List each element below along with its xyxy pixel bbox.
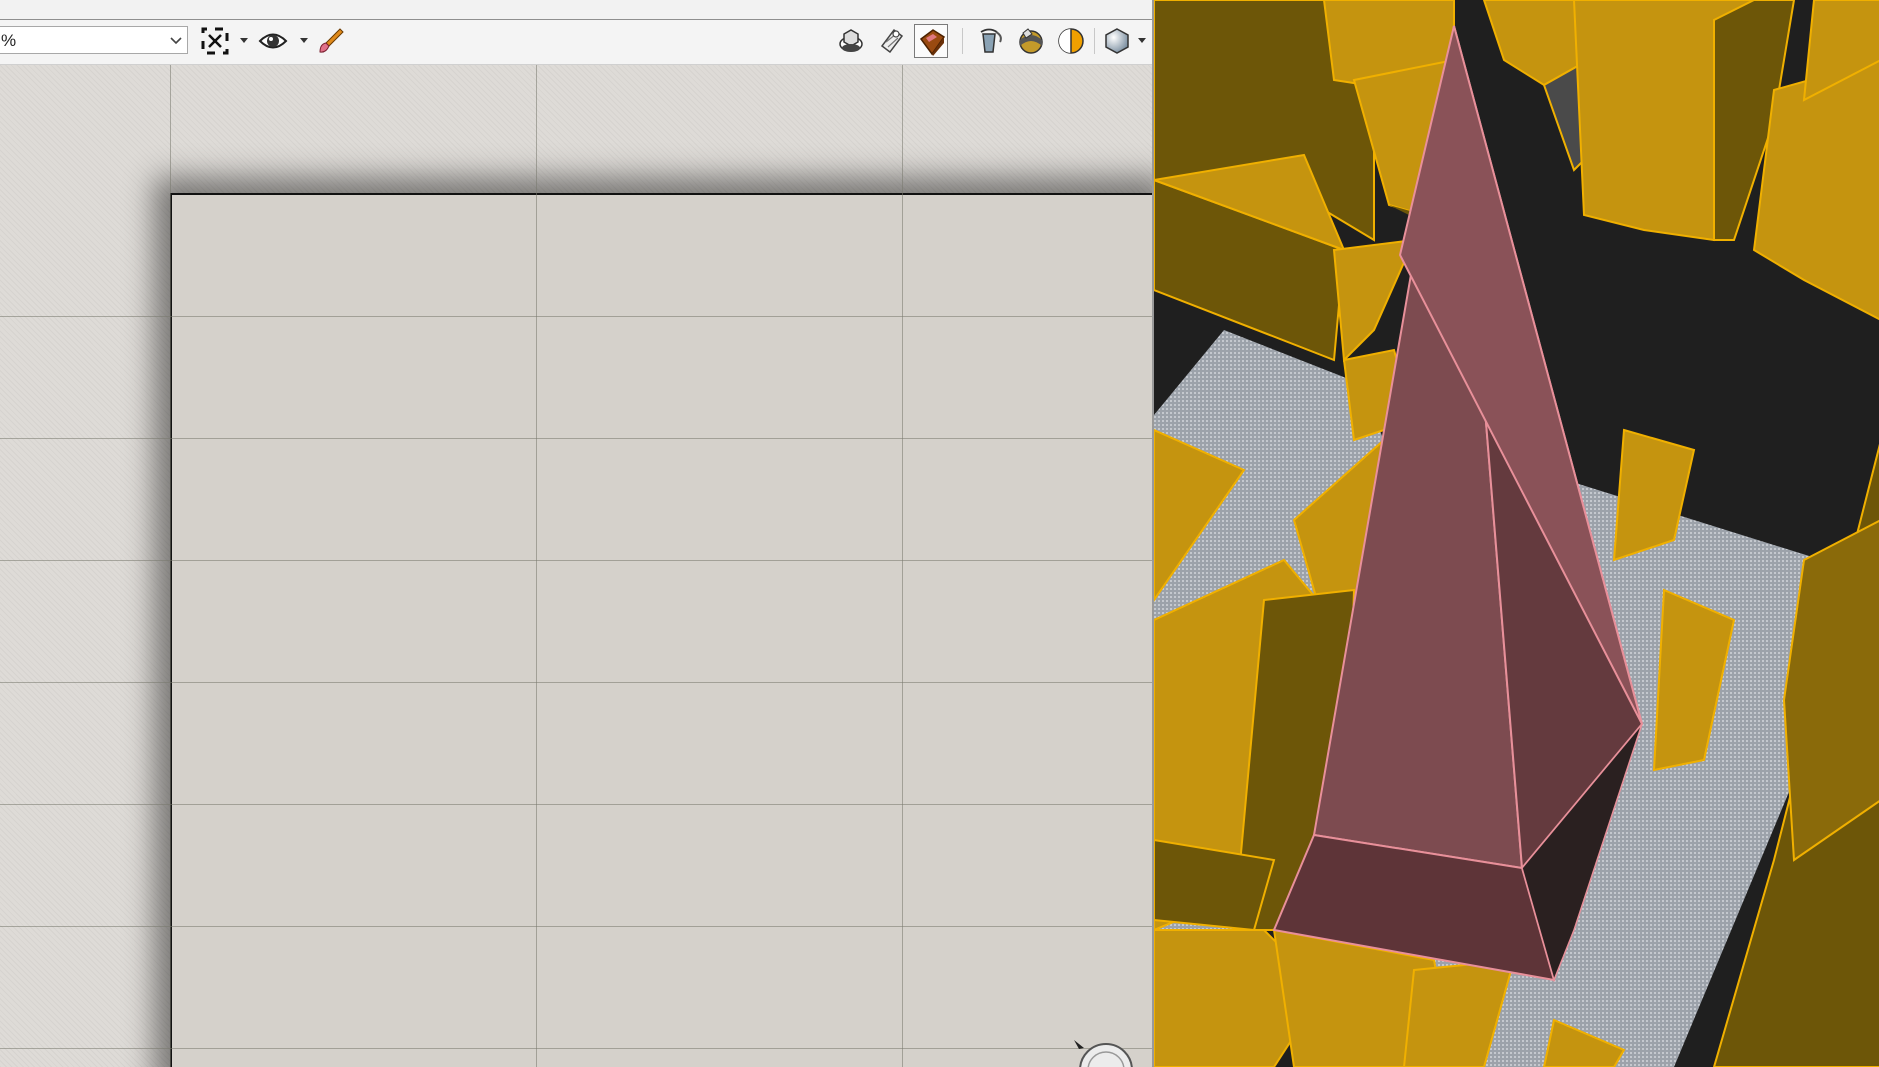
textured-icon	[919, 29, 946, 56]
wireframe-button[interactable]	[874, 24, 908, 58]
paint-brush-icon	[319, 28, 344, 53]
3d-viewport[interactable]	[1152, 0, 1879, 1067]
shaded-icon	[1019, 28, 1043, 54]
zoom-value: %	[1, 31, 17, 50]
building	[1752, 59, 1879, 321]
hidden-line-icon	[839, 29, 863, 52]
shaded-button[interactable]	[1014, 24, 1048, 58]
toolbar-separator	[962, 28, 963, 54]
wireframe-icon	[880, 28, 904, 54]
visibility-button[interactable]	[256, 24, 290, 58]
navigation-wheel[interactable]	[1072, 1038, 1152, 1067]
paint-bucket-button[interactable]	[974, 24, 1008, 58]
paint-button[interactable]	[314, 24, 348, 58]
half-shaded-button[interactable]	[1054, 24, 1088, 58]
sphere-render-icon	[1105, 28, 1129, 54]
view-toolbar: %	[0, 20, 1152, 65]
chevron-down-icon	[170, 37, 182, 45]
eye-icon	[258, 33, 288, 49]
caret-down-icon[interactable]	[300, 38, 308, 44]
title-strip	[0, 0, 1152, 20]
grid-lines	[0, 65, 1152, 1067]
caret-down-icon[interactable]	[240, 38, 248, 44]
navigation-wheel-icon	[1074, 1040, 1133, 1067]
paint-bucket-icon	[980, 28, 1002, 53]
toolbar-separator	[1094, 28, 1095, 54]
textured-button[interactable]	[914, 24, 948, 58]
sphere-render-button[interactable]	[1100, 24, 1134, 58]
half-shaded-icon	[1058, 28, 1084, 54]
fit-page-button[interactable]	[198, 24, 232, 58]
hidden-line-button[interactable]	[834, 24, 868, 58]
fit-page-icon	[201, 27, 229, 55]
layout-canvas[interactable]	[0, 65, 1152, 1067]
caret-down-icon[interactable]	[1138, 38, 1146, 44]
city-model-scene	[1154, 0, 1879, 1067]
zoom-dropdown[interactable]: %	[0, 26, 188, 54]
document-canvas-panel: %	[0, 0, 1152, 1067]
